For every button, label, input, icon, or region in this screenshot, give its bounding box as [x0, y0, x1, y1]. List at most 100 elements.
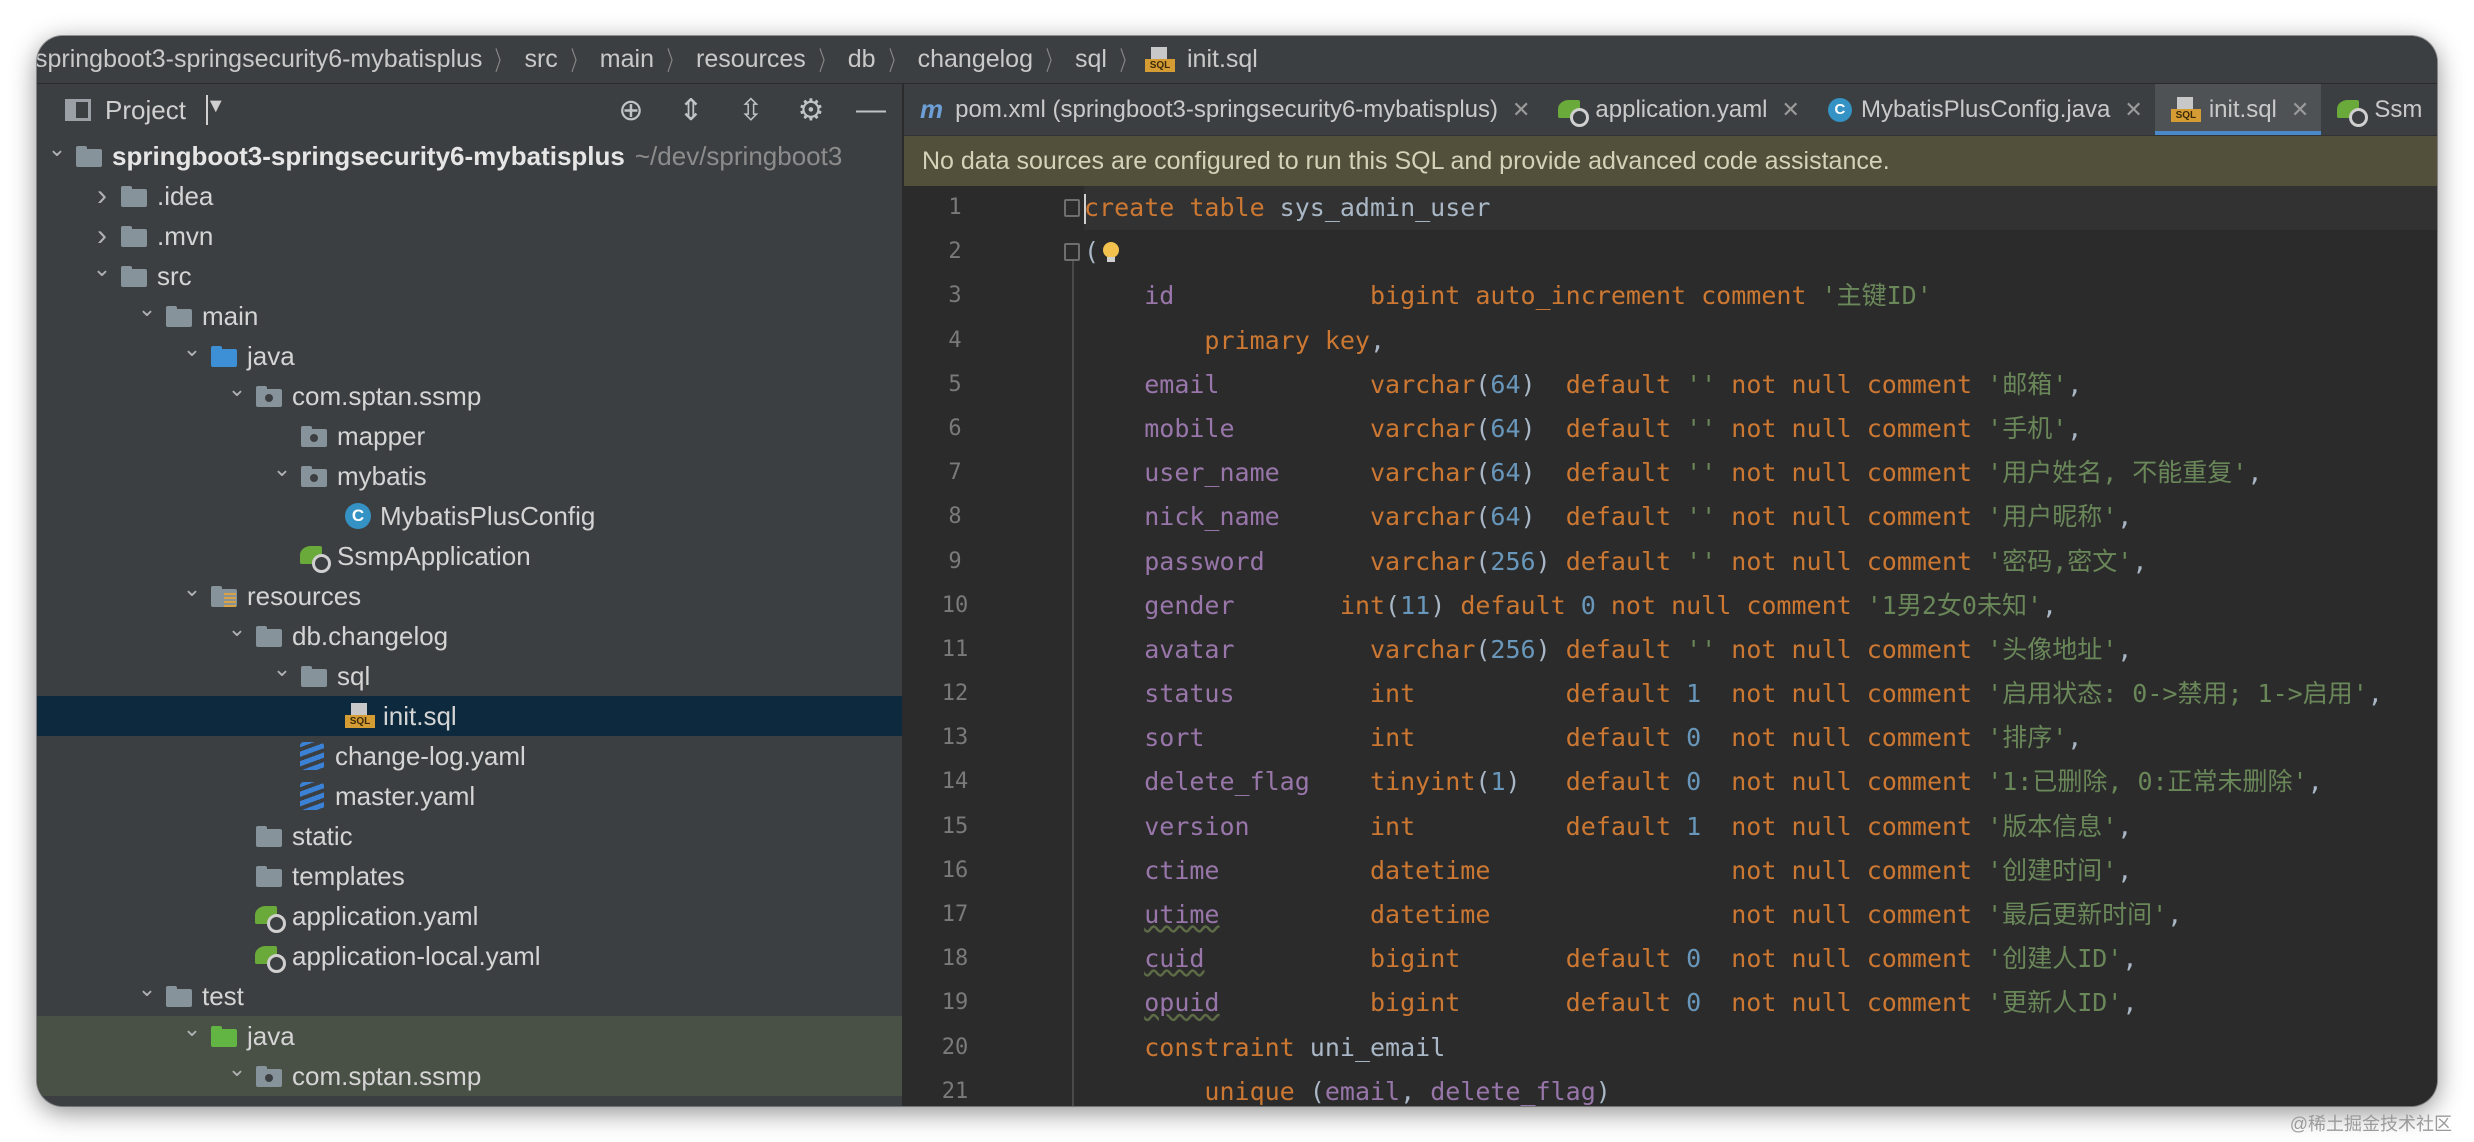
chevron-down-icon[interactable]: ⌄ — [225, 1056, 249, 1082]
package-dot — [310, 434, 318, 442]
tree-item[interactable]: ›SQLinit.sql — [37, 696, 902, 736]
code-line[interactable]: id bigint auto_increment comment '主键ID' — [1084, 274, 2437, 318]
chevron-down-icon[interactable]: ⌄ — [135, 296, 159, 322]
close-icon[interactable]: ✕ — [2124, 97, 2142, 123]
code-line[interactable]: sort int default 0 not null comment '排序'… — [1084, 716, 2437, 760]
tree-item-label: templates — [292, 860, 405, 891]
code-line[interactable]: email varchar(64) default '' not null co… — [1084, 363, 2437, 407]
editor-tab[interactable]: C MybatisPlusConfig.java ✕ — [1812, 84, 2155, 135]
project-panel-title[interactable]: Project — [105, 95, 186, 126]
fold-marker-icon[interactable] — [1064, 243, 1080, 261]
fold-marker-icon[interactable] — [1064, 199, 1080, 217]
editor-tab[interactable]: Ssm — [2321, 84, 2434, 135]
sql-label: SQL — [2170, 108, 2201, 122]
close-icon[interactable]: ✕ — [2291, 97, 2309, 123]
close-icon[interactable]: ✕ — [1512, 97, 1530, 123]
tree-item[interactable]: ⌄ com.sptan.ssmp — [37, 376, 902, 416]
tree-item[interactable]: › .mvn — [37, 216, 902, 256]
code-line[interactable]: gender int(11) default 0 not null commen… — [1084, 584, 2437, 628]
code-line[interactable]: user_name varchar(64) default '' not nul… — [1084, 451, 2437, 495]
code-line[interactable]: opuid bigint default 0 not null comment … — [1084, 981, 2437, 1025]
sql-number: 0 — [1686, 767, 1702, 797]
breadcrumb-item[interactable]: main — [596, 45, 658, 74]
chevron-down-icon[interactable]: ⌄ — [180, 336, 204, 362]
sql-string: '' — [1686, 413, 1717, 443]
collapse-all-icon[interactable]: ⇳ — [734, 93, 768, 128]
chevron-down-icon[interactable]: ⌄ — [90, 256, 114, 282]
tree-item[interactable]: ›change-log.yaml — [37, 736, 902, 776]
code-line[interactable]: nick_name varchar(64) default '' not nul… — [1084, 495, 2437, 539]
code-line[interactable]: cuid bigint default 0 not null comment '… — [1084, 937, 2437, 981]
tree-item[interactable]: › .idea — [37, 176, 902, 216]
lightbulb-icon[interactable] — [1101, 242, 1121, 264]
tree-item[interactable]: ›master.yaml — [37, 776, 902, 816]
editor-tab[interactable]: application.yaml ✕ — [1542, 84, 1812, 135]
code-line[interactable]: status int default 1 not null comment '启… — [1084, 672, 2437, 716]
code-line[interactable]: constraint uni_email — [1084, 1026, 2437, 1070]
tree-item[interactable]: ⌄ resources — [37, 576, 902, 616]
breadcrumb-item[interactable]: src — [520, 45, 561, 74]
chevron-down-icon[interactable]: ⌄ — [225, 616, 249, 642]
chevron-down-icon[interactable]: ⌄ — [180, 576, 204, 602]
tree-item[interactable]: ⌄ springboot3-springsecurity6-mybatisplus… — [37, 136, 902, 176]
chevron-down-icon[interactable]: ▼ — [205, 95, 226, 125]
code-line[interactable]: ( — [1084, 230, 2437, 274]
chevron-right-icon[interactable]: › — [90, 219, 114, 253]
tree-item[interactable]: ›application.yaml — [37, 896, 902, 936]
code-line[interactable]: version int default 1 not null comment '… — [1084, 805, 2437, 849]
line-number: 21 — [941, 1078, 969, 1104]
editor-tab[interactable]: SQL init.sql ✕ — [2154, 84, 2322, 135]
code-line[interactable]: mobile varchar(64) default '' not null c… — [1084, 407, 2437, 451]
tree-item[interactable]: ›CMybatisPlusConfig — [37, 496, 902, 536]
tree-item[interactable]: ⌄ db.changelog — [37, 616, 902, 656]
sql-keyword: default — [1565, 369, 1687, 399]
breadcrumb-item[interactable]: db — [844, 45, 880, 74]
chevron-down-icon[interactable]: ⌄ — [225, 376, 249, 402]
code-line[interactable]: create table sys_admin_user — [1084, 186, 2437, 231]
expand-all-icon[interactable]: ⇕ — [674, 93, 708, 128]
target-icon[interactable]: ⊕ — [614, 93, 648, 128]
code-line[interactable]: delete_flag tinyint(1) default 0 not nul… — [1084, 760, 2437, 804]
chevron-right-icon[interactable]: › — [90, 179, 114, 213]
tree-item[interactable]: ⌄ java — [37, 336, 902, 376]
tree-item[interactable]: ⌄ mybatis — [37, 456, 902, 496]
breadcrumb-label: resources — [696, 45, 806, 73]
gear-icon[interactable]: ⚙ — [794, 93, 828, 128]
folder-icon — [165, 304, 193, 328]
sql-keyword: default — [1565, 546, 1687, 576]
chevron-down-icon[interactable]: ⌄ — [270, 656, 294, 682]
breadcrumb-item[interactable]: SQL init.sql — [1145, 45, 1262, 74]
tree-item[interactable]: ⌄ java — [37, 1016, 902, 1056]
code-line[interactable]: password varchar(256) default '' not nul… — [1084, 540, 2437, 584]
code-line[interactable]: utime datetime not null comment '最后更新时间'… — [1084, 893, 2437, 937]
tree-item[interactable]: ›mapper — [37, 416, 902, 456]
code-line[interactable]: primary key, — [1084, 319, 2437, 363]
tree-item[interactable]: ⌄ main — [37, 296, 902, 336]
chevron-down-icon[interactable]: ⌄ — [135, 976, 159, 1002]
code-line[interactable]: unique (email, delete_flag) — [1084, 1070, 2437, 1106]
line-number: 10 — [941, 592, 969, 618]
code-line[interactable]: ctime datetime not null comment '创建时间', — [1084, 849, 2437, 893]
minimize-icon[interactable]: — — [854, 93, 888, 127]
folder-icon — [255, 864, 283, 888]
code-lines[interactable]: create table sys_admin_user ( id bigint a… — [1084, 186, 2437, 1106]
editor-tab[interactable]: m pom.xml (springboot3-springsecurity6-my… — [904, 84, 1542, 135]
breadcrumb-item[interactable]: springboot3-springsecurity6-mybatisplus — [37, 45, 486, 74]
chevron-down-icon[interactable]: ⌄ — [180, 1016, 204, 1042]
chevron-down-icon[interactable]: ⌄ — [270, 456, 294, 482]
chevron-down-icon[interactable]: ⌄ — [45, 136, 69, 162]
tree-item[interactable]: ›templates — [37, 856, 902, 896]
breadcrumb-item[interactable]: changelog — [914, 45, 1037, 74]
close-icon[interactable]: ✕ — [1782, 97, 1800, 123]
tree-item[interactable]: ›application-local.yaml — [37, 936, 902, 976]
breadcrumb-item[interactable]: sql — [1071, 45, 1111, 74]
tree-item[interactable]: ›SsmpApplication — [37, 536, 902, 576]
code-line[interactable]: avatar varchar(256) default '' not null … — [1084, 628, 2437, 672]
tree-item[interactable]: ›static — [37, 816, 902, 856]
tree-item[interactable]: ⌄ com.sptan.ssmp — [37, 1056, 902, 1096]
tree-item[interactable]: ⌄ test — [37, 976, 902, 1016]
tree-item[interactable]: ⌄ sql — [37, 656, 902, 696]
tree-item[interactable]: ⌄ src — [37, 256, 902, 296]
breadcrumb-item[interactable]: resources — [692, 45, 810, 74]
